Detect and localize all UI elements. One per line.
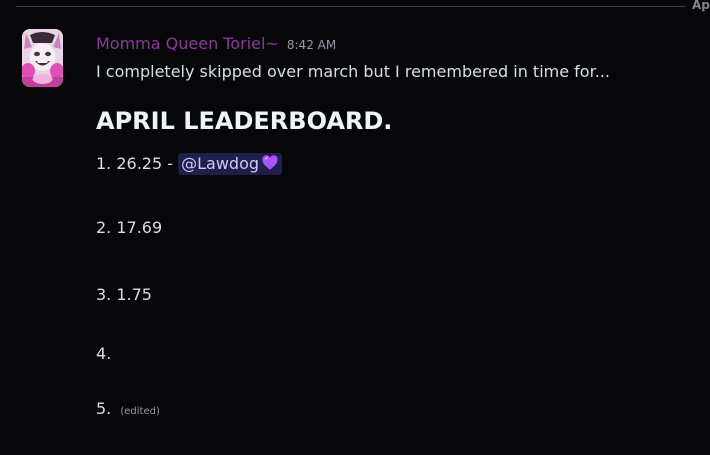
message-intro: I completely skipped over march but I re… (96, 62, 610, 81)
entry-rank: 3. (96, 285, 112, 304)
leaderboard-entry-1: 1. 26.25 - @Lawdog (96, 153, 283, 175)
leaderboard-entry-5: 5. (edited) (96, 398, 160, 423)
chat-view: Ap Momma Queen Toriel~ 8:42 AM I complet… (0, 0, 710, 455)
leaderboard-entry-3: 3. 1.75 (96, 284, 152, 306)
mention-label: @Lawdog (181, 154, 260, 173)
entry-rank: 4. (96, 344, 112, 363)
entry-value: 26.25 - (116, 154, 174, 173)
avatar-image (22, 29, 63, 87)
user-mention[interactable]: @Lawdog (178, 153, 283, 175)
edited-label[interactable]: (edited) (120, 406, 160, 417)
message-header: Momma Queen Toriel~ 8:42 AM (96, 33, 336, 56)
leaderboard-heading: APRIL LEADERBOARD. (96, 107, 393, 135)
entry-rank: 5. (96, 399, 112, 418)
purple-heart-icon (262, 155, 278, 170)
entry-value: 17.69 (116, 218, 163, 237)
author-name[interactable]: Momma Queen Toriel~ (96, 33, 279, 55)
date-divider (16, 6, 686, 7)
entry-value: 1.75 (116, 285, 152, 304)
date-divider-label: Ap (688, 0, 710, 13)
leaderboard-entry-4: 4. (96, 343, 111, 365)
entry-rank: 1. (96, 154, 112, 173)
avatar[interactable] (22, 29, 63, 87)
message-timestamp[interactable]: 8:42 AM (287, 34, 336, 56)
entry-rank: 2. (96, 218, 112, 237)
leaderboard-entry-2: 2. 17.69 (96, 217, 162, 239)
